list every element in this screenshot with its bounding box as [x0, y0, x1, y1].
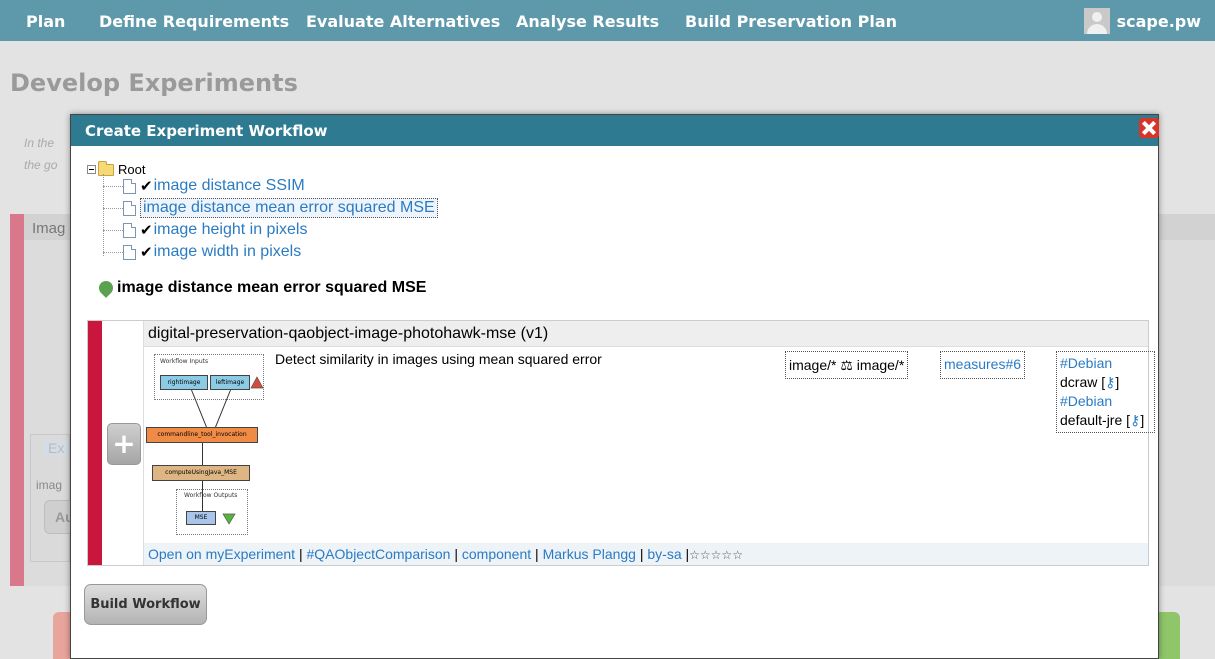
nav-analyse-results[interactable]: Analyse Results	[516, 12, 659, 31]
license-link[interactable]: by-sa	[647, 546, 681, 562]
intro-line-2: the go	[24, 158, 58, 172]
component-header: digital-preservation-qaobject-image-phot…	[144, 321, 1148, 347]
tree-item[interactable]: ✔ image width in pixels	[103, 241, 301, 263]
workflow-step-commandline: commandline_tool_invocation	[146, 427, 258, 443]
selected-measure-label: image distance mean error squared MSE	[117, 279, 427, 296]
background-experiment-label: imag	[36, 478, 63, 492]
document-icon	[123, 222, 136, 238]
tree-item-label[interactable]: image width in pixels	[154, 243, 302, 261]
checkmark-icon: ✔	[140, 177, 153, 195]
tree-item[interactable]: ✔ image height in pixels	[103, 219, 307, 241]
top-nav: Plan Define Requirements Evaluate Altern…	[0, 0, 1215, 41]
component-dependencies: #Debian dcraw [⚷] #Debian default-jre [⚷…	[1056, 351, 1155, 433]
workflow-connector	[202, 443, 203, 465]
page-title: Develop Experiments	[10, 69, 298, 97]
workflow-outputs-label: Workflow Outputs	[184, 492, 238, 499]
output-triangle-icon	[222, 513, 236, 525]
checkmark-icon: ✔	[140, 221, 153, 239]
workflow-input-right: rightimage	[160, 375, 208, 390]
username: scape.pw	[1116, 11, 1201, 31]
rating-stars[interactable]: ☆☆☆☆☆	[689, 548, 743, 562]
page-intro: In the the go	[24, 132, 57, 176]
document-icon	[123, 200, 136, 216]
card-stripe	[88, 321, 102, 565]
tree-item[interactable]: ✔ image distance SSIM	[103, 175, 305, 197]
add-component-button[interactable]: +	[107, 423, 141, 465]
build-workflow-button[interactable]: Build Workflow	[84, 584, 207, 625]
tree-item-label[interactable]: image height in pixels	[154, 221, 308, 239]
user-menu[interactable]: scape.pw	[1083, 6, 1201, 36]
component-footer: Open on myExperiment | #QAObjectComparis…	[144, 543, 1148, 565]
document-icon	[123, 178, 136, 194]
folder-icon	[98, 160, 114, 176]
warning-triangle-icon	[250, 376, 264, 389]
leaf-icon	[96, 278, 116, 298]
type-link[interactable]: component	[462, 546, 531, 562]
nav-define-requirements[interactable]: Define Requirements	[99, 12, 289, 31]
component-name: digital-preservation-qaobject-image-phot…	[148, 325, 549, 342]
card-add-column: +	[102, 321, 144, 565]
tree-item-label[interactable]: image distance mean error squared MSE	[140, 198, 438, 218]
close-icon[interactable]	[1139, 118, 1159, 138]
create-experiment-workflow-dialog: Create Experiment Workflow Root ✔ image …	[70, 114, 1159, 659]
collapse-icon[interactable]	[87, 165, 96, 174]
workflow-inputs-label: Workflow Inputs	[160, 358, 209, 365]
key-icon[interactable]: ⚷	[1105, 374, 1115, 390]
checkmark-icon: ✔	[140, 243, 153, 261]
component-mimetypes: image/* ⚖ image/*	[785, 351, 909, 379]
dependency-package: default-jre	[1060, 412, 1123, 428]
selected-measure-heading: image distance mean error squared MSE	[96, 278, 427, 298]
dependency-item: default-jre [⚷]	[1060, 412, 1145, 428]
workflow-output: MSE	[186, 511, 216, 525]
tree-item-label[interactable]: image distance SSIM	[154, 177, 305, 195]
avatar	[1083, 8, 1110, 34]
author-link[interactable]: Markus Plangg	[543, 546, 636, 562]
dependency-repo-link[interactable]: #Debian	[1060, 392, 1151, 411]
dependency-package: dcraw	[1060, 374, 1098, 390]
workflow-diagram: Workflow Inputs rightimage leftimage com…	[146, 351, 276, 537]
tree-item-selected[interactable]: image distance mean error squared MSE	[103, 197, 438, 219]
background-right-panel	[1158, 240, 1215, 586]
intro-line-1: In the	[24, 136, 55, 150]
tree-branch	[103, 207, 123, 209]
component-card: + digital-preservation-qaobject-image-ph…	[87, 320, 1155, 566]
component-description: Detect similarity in images using mean s…	[275, 351, 602, 367]
background-experiment-tag: Ex	[44, 440, 69, 456]
dialog-title: Create Experiment Workflow	[85, 122, 328, 140]
open-myexperiment-link[interactable]: Open on myExperiment	[148, 546, 295, 562]
dependency-item: dcraw [⚷]	[1060, 374, 1120, 390]
tag-link[interactable]: #QAObjectComparison	[307, 546, 451, 562]
background-green-button	[1158, 612, 1180, 659]
document-icon	[123, 244, 136, 260]
dialog-header: Create Experiment Workflow	[71, 115, 1158, 146]
nav-plan[interactable]: Plan	[26, 12, 65, 31]
nav-build-preservation-plan[interactable]: Build Preservation Plan	[685, 12, 897, 31]
tree-branch	[103, 229, 123, 231]
dependency-repo-link[interactable]: #Debian	[1060, 354, 1151, 373]
tree-branch	[103, 251, 123, 253]
nav-evaluate-alternatives[interactable]: Evaluate Alternatives	[306, 12, 500, 31]
key-icon[interactable]: ⚷	[1130, 412, 1140, 428]
tree-branch	[103, 185, 123, 187]
component-measures-link[interactable]: measures#6	[940, 351, 1026, 379]
workflow-step-compute: computeUsingJava_MSE	[152, 465, 250, 481]
workflow-input-left: leftimage	[210, 375, 250, 390]
background-panel-title: Imag	[32, 220, 66, 237]
